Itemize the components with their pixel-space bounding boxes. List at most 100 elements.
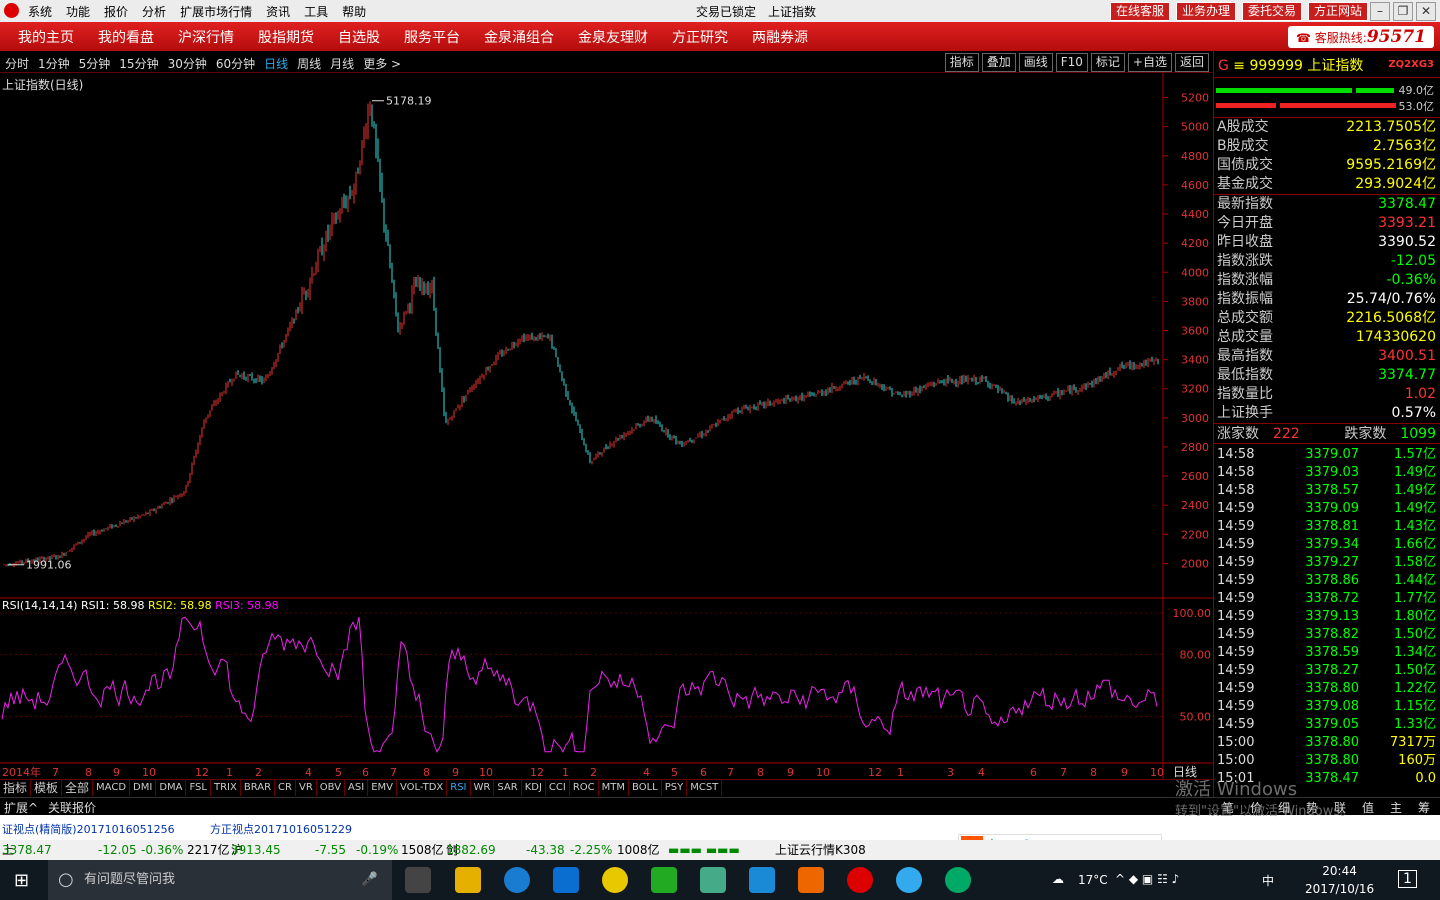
tab-indicator[interactable]: 指标 [0,780,32,796]
tab-vol-tdx[interactable]: VOL-TDX [397,780,448,796]
tab-obv[interactable]: OBV [317,780,346,796]
tab-mcst[interactable]: MCST [687,780,723,796]
cortana-search[interactable]: ○ 有问题尽管问我 🎤 [48,860,392,900]
edge-icon[interactable] [553,867,579,893]
tool-add-watch[interactable]: +自选 [1127,53,1172,72]
website-button[interactable]: 方正网站 [1308,2,1369,21]
nav-home[interactable]: 我的主页 [18,27,74,47]
notification-icon[interactable]: 1 [1398,870,1417,888]
nav-service[interactable]: 服务平台 [404,27,460,47]
pdf-icon[interactable] [798,867,824,893]
tab-template[interactable]: 模板 [31,780,63,796]
expand-button[interactable]: 扩展^ [4,799,38,816]
quote-label: 最高指数 [1217,348,1273,364]
tool-overlay[interactable]: 叠加 [981,53,1016,72]
menu-info[interactable]: 资讯 [266,3,290,20]
menu-analysis[interactable]: 分析 [142,3,166,20]
tab-mtm[interactable]: MTM [599,780,630,796]
period-minute[interactable]: 分时 [5,55,29,72]
period-more[interactable]: 更多 > [363,55,401,72]
period-daily[interactable]: 日线 [264,55,288,72]
app3-icon[interactable] [700,867,726,893]
tick-list[interactable]: 14:58 3379.07 1.57亿 14:58 3379.03 1.49亿 14:58 3… [1214,444,1440,788]
mic-icon[interactable]: 🎤 [362,860,378,900]
related-quote-button[interactable]: 关联报价 [48,799,96,816]
menu-system[interactable]: 系统 [28,3,52,20]
tab-trix[interactable]: TRIX [211,780,241,796]
menu-function[interactable]: 功能 [66,3,90,20]
restore-icon[interactable]: ❐ [1393,2,1413,21]
start-icon[interactable]: ⊞ [14,870,29,891]
tab-cr[interactable]: CR [275,780,296,796]
tab-asi[interactable]: ASI [345,780,369,796]
tab-emv[interactable]: EMV [368,780,397,796]
rtab-6[interactable]: 主 [1390,799,1402,816]
period-60m[interactable]: 60分钟 [216,55,255,72]
period-monthly[interactable]: 月线 [330,55,354,72]
ime-indicator[interactable]: 中 [1262,872,1274,889]
period-weekly[interactable]: 周线 [297,55,321,72]
founder-app-icon[interactable] [847,867,873,893]
tab-dmi[interactable]: DMI [130,780,157,796]
business-button[interactable]: 业务办理 [1176,2,1237,21]
tab-wr[interactable]: WR [471,780,495,796]
close-icon[interactable]: ✕ [1416,2,1436,21]
explorer-icon[interactable] [455,867,481,893]
nav-margin[interactable]: 两融券源 [752,27,808,47]
menu-tools[interactable]: 工具 [304,3,328,20]
online-service-button[interactable]: 在线客服 [1110,2,1171,21]
wps-icon[interactable] [749,867,775,893]
nav-futures[interactable]: 股指期货 [258,27,314,47]
cloud-quote[interactable]: 上证云行情K308 [775,840,866,860]
nav-research[interactable]: 方正研究 [672,27,728,47]
nav-wealth[interactable]: 金泉友理财 [578,27,648,47]
rtab-5[interactable]: 值 [1362,799,1374,816]
tool-draw[interactable]: 画线 [1018,53,1053,72]
app4-icon[interactable] [896,867,922,893]
tab-rsi[interactable]: RSI [447,780,471,796]
kline-chart-area[interactable]: 5200 5000 4800 4600 4400 4200 4000 3800 3600 3400… [0,73,1213,797]
clock[interactable]: 20:44 2017/10/16 [1305,862,1374,898]
nav-portfolio[interactable]: 金泉涌组合 [484,27,554,47]
tray-icons[interactable]: ^ ◆ ▣ ☷ ♪ [1115,872,1179,886]
tool-f10[interactable]: F10 [1055,53,1088,72]
period-15m[interactable]: 15分钟 [119,55,158,72]
tab-sar[interactable]: SAR [494,780,522,796]
tab-roc[interactable]: ROC [570,780,599,796]
tab-boll[interactable]: BOLL [629,780,662,796]
kline-svg[interactable]: 5200 5000 4800 4600 4400 4200 4000 3800 3600 3400… [0,73,1213,779]
tool-mark[interactable]: 标记 [1090,53,1125,72]
minimize-icon[interactable]: – [1370,2,1390,21]
tab-kdj[interactable]: KDJ [522,780,546,796]
app5-icon[interactable] [945,867,971,893]
tab-brar[interactable]: BRAR [241,780,276,796]
nav-hs-quotes[interactable]: 沪深行情 [178,27,234,47]
tab-vr[interactable]: VR [296,780,317,796]
browser-icon[interactable] [504,867,530,893]
tab-psy[interactable]: PSY [662,780,688,796]
tab-fsl[interactable]: FSL [186,780,211,796]
menu-ext-market[interactable]: 扩展市场行情 [180,3,252,20]
app2-icon[interactable] [651,867,677,893]
tool-back[interactable]: 返回 [1174,53,1209,72]
tool-indicator[interactable]: 指标 [944,53,979,72]
tab-cci[interactable]: CCI [546,780,570,796]
news-link-2[interactable]: 方正视点20171016051229 [210,821,352,837]
menu-quote[interactable]: 报价 [104,3,128,20]
menu-help[interactable]: 帮助 [342,3,366,20]
rtab-7[interactable]: 筹 [1418,799,1430,816]
news-link-1[interactable]: 证视点(精简版)20171016051256 [2,821,175,837]
app1-icon[interactable] [602,867,628,893]
quote-row: 今日开盘 3393.21 [1214,214,1440,233]
period-30m[interactable]: 30分钟 [168,55,207,72]
tab-macd[interactable]: MACD [93,780,131,796]
tab-dma[interactable]: DMA [156,780,187,796]
nav-my-board[interactable]: 我的看盘 [98,27,154,47]
weather-icon[interactable]: ☁ [1052,872,1064,886]
trade-button[interactable]: 委托交易 [1242,2,1303,21]
nav-watchlist[interactable]: 自选股 [338,27,380,47]
tab-all[interactable]: 全部 [62,780,94,796]
period-5m[interactable]: 5分钟 [79,55,111,72]
period-1m[interactable]: 1分钟 [38,55,70,72]
store-icon[interactable] [405,867,431,893]
